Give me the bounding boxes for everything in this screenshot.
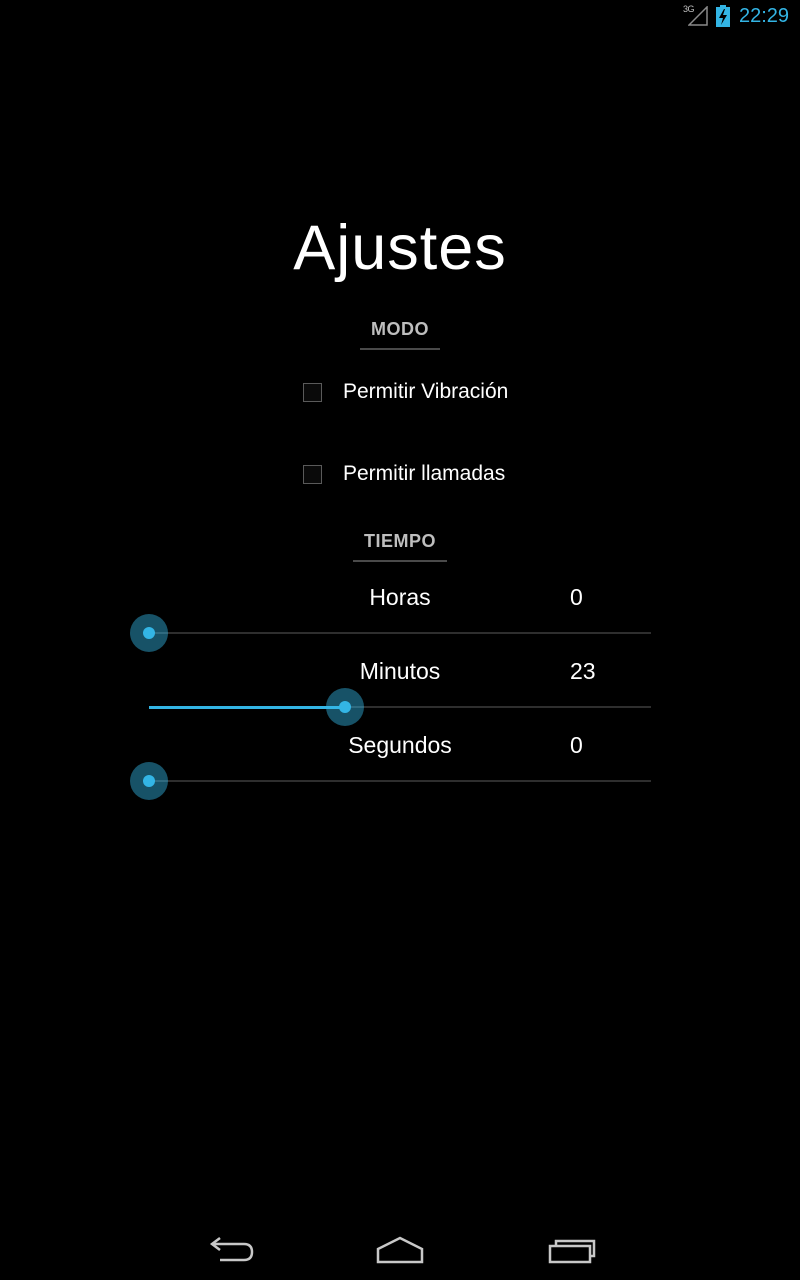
home-icon[interactable]: [370, 1232, 430, 1268]
signal-icon: [688, 6, 708, 26]
clock: 22:29: [739, 5, 790, 27]
section-header-modo-label: MODO: [360, 319, 440, 350]
checkbox-vibracion-label[interactable]: Permitir Vibración: [343, 380, 508, 404]
status-bar: 3G 22:29: [0, 0, 800, 33]
checkbox-llamadas-label[interactable]: Permitir llamadas: [343, 462, 505, 486]
slider-track[interactable]: [149, 632, 651, 634]
checkbox-vibracion[interactable]: [303, 382, 322, 402]
battery-charging-icon: [716, 5, 730, 27]
section-header-tiempo: TIEMPO: [0, 531, 800, 562]
page-title: Ajustes: [293, 213, 507, 283]
slider-fill: [149, 706, 345, 709]
slider-track[interactable]: [149, 780, 651, 782]
slider-thumb[interactable]: [326, 688, 364, 726]
horas-label: Horas: [369, 584, 431, 610]
slider-thumb[interactable]: [130, 614, 168, 652]
minutos-label: Minutos: [359, 658, 441, 684]
segundos-label: Segundos: [348, 732, 452, 758]
checkbox-llamadas[interactable]: [303, 464, 322, 484]
slider-thumb[interactable]: [130, 762, 168, 800]
checkbox-row-vibracion[interactable]: Permitir Vibración: [301, 377, 508, 407]
checkbox-row-llamadas[interactable]: Permitir llamadas: [301, 459, 505, 489]
horas-value: 0: [570, 584, 583, 610]
segundos-slider[interactable]: [130, 761, 651, 801]
section-header-tiempo-label: TIEMPO: [352, 531, 447, 562]
segundos-value: 0: [570, 732, 583, 758]
section-header-modo: MODO: [0, 319, 800, 350]
horas-slider[interactable]: [130, 613, 651, 653]
back-icon[interactable]: [200, 1232, 260, 1268]
minutos-value: 23: [570, 658, 596, 684]
recent-apps-icon[interactable]: [541, 1232, 601, 1268]
navigation-bar: [0, 1220, 800, 1280]
minutos-slider[interactable]: [149, 687, 651, 727]
